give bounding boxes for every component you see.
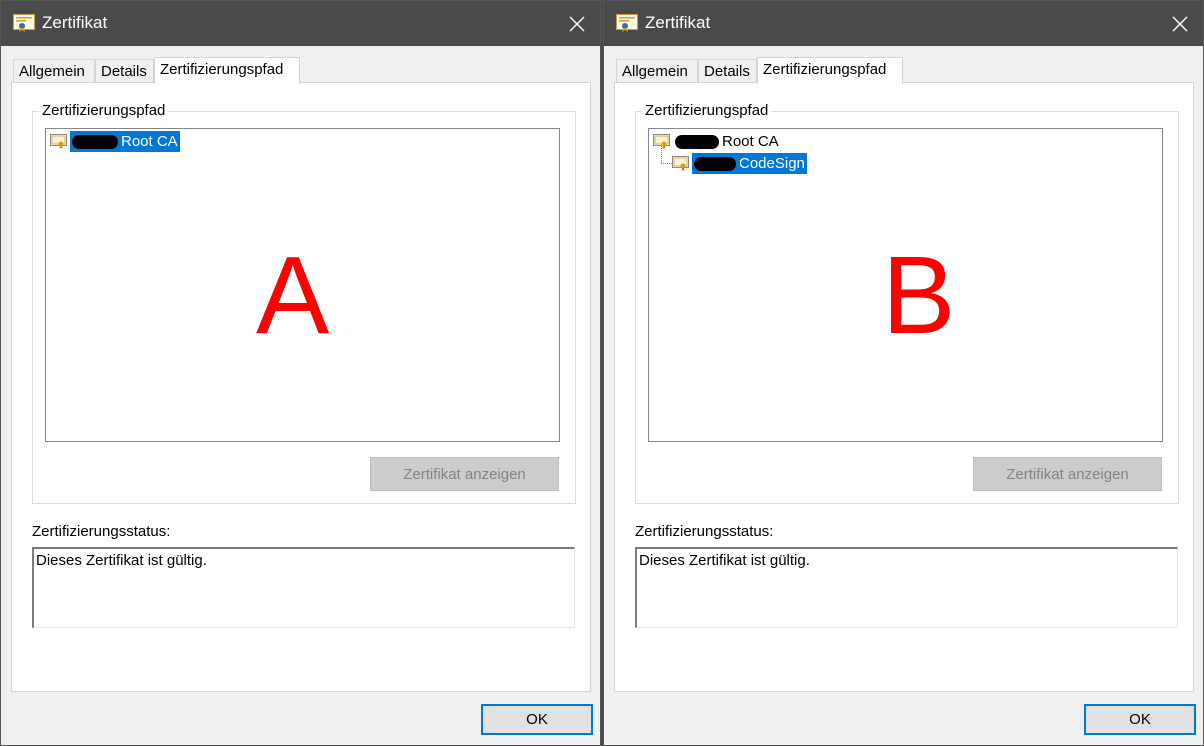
tab-details[interactable]: Details <box>95 59 154 83</box>
close-button[interactable] <box>1157 1 1203 46</box>
close-button[interactable] <box>554 1 600 46</box>
tree-node-root[interactable]: Root CA <box>653 131 781 152</box>
certification-path-group: Zertifizierungspfad Root CA CodeSign B Z… <box>635 102 1179 504</box>
redaction <box>675 134 719 149</box>
window-title: Zertifikat <box>645 13 711 32</box>
tree-node-root[interactable]: Root CA <box>50 131 180 152</box>
tab-panel: Zertifizierungspfad Root CA CodeSign B Z… <box>614 82 1194 692</box>
group-label: Zertifizierungspfad <box>39 102 169 119</box>
certificate-dialog-b: Zertifikat Allgemein Details Zertifizier… <box>603 0 1204 746</box>
certificate-tree[interactable]: Root CA A <box>45 128 560 442</box>
tree-connector <box>661 163 672 164</box>
close-icon <box>1172 16 1188 31</box>
certificate-dialog-a: Zertifikat Allgemein Details Zertifizier… <box>0 0 601 746</box>
status-textbox[interactable]: Dieses Zertifikat ist gültig. <box>635 547 1178 628</box>
status-label: Zertifizierungsstatus: <box>32 523 171 540</box>
tab-details[interactable]: Details <box>698 59 757 83</box>
group-label: Zertifizierungspfad <box>642 102 772 119</box>
view-certificate-button[interactable]: Zertifikat anzeigen <box>370 457 559 491</box>
overlay-letter: B <box>882 234 956 357</box>
tab-panel: Zertifizierungspfad Root CA A Zertifikat… <box>11 82 591 692</box>
certificate-icon <box>672 156 689 171</box>
view-certificate-button[interactable]: Zertifikat anzeigen <box>973 457 1162 491</box>
overlay-letter: A <box>256 234 330 357</box>
tree-node-label: Root CA <box>70 131 180 152</box>
tree-node-label: Root CA <box>673 131 781 152</box>
ok-button[interactable]: OK <box>1084 704 1196 735</box>
redaction <box>72 134 118 149</box>
title-bar: Zertifikat <box>1 1 600 46</box>
tree-node-codesign[interactable]: CodeSign <box>672 153 807 174</box>
tab-zertifizierungspfad[interactable]: Zertifizierungspfad <box>154 57 300 84</box>
certificate-tree[interactable]: Root CA CodeSign B <box>648 128 1163 442</box>
redaction <box>694 156 736 171</box>
status-label: Zertifizierungsstatus: <box>635 523 774 540</box>
certification-path-group: Zertifizierungspfad Root CA A Zertifikat… <box>32 102 576 504</box>
status-textbox[interactable]: Dieses Zertifikat ist gültig. <box>32 547 575 628</box>
close-icon <box>569 16 585 31</box>
tab-allgemein[interactable]: Allgemein <box>13 59 95 83</box>
tab-allgemein[interactable]: Allgemein <box>616 59 698 83</box>
title-bar: Zertifikat <box>604 1 1203 46</box>
ok-button[interactable]: OK <box>481 704 593 735</box>
tree-node-label: CodeSign <box>692 153 807 174</box>
certificate-icon <box>13 14 35 32</box>
certificate-icon <box>653 134 670 149</box>
tab-zertifizierungspfad[interactable]: Zertifizierungspfad <box>757 57 903 84</box>
certificate-icon <box>50 134 67 149</box>
certificate-icon <box>616 14 638 32</box>
window-title: Zertifikat <box>42 13 108 32</box>
